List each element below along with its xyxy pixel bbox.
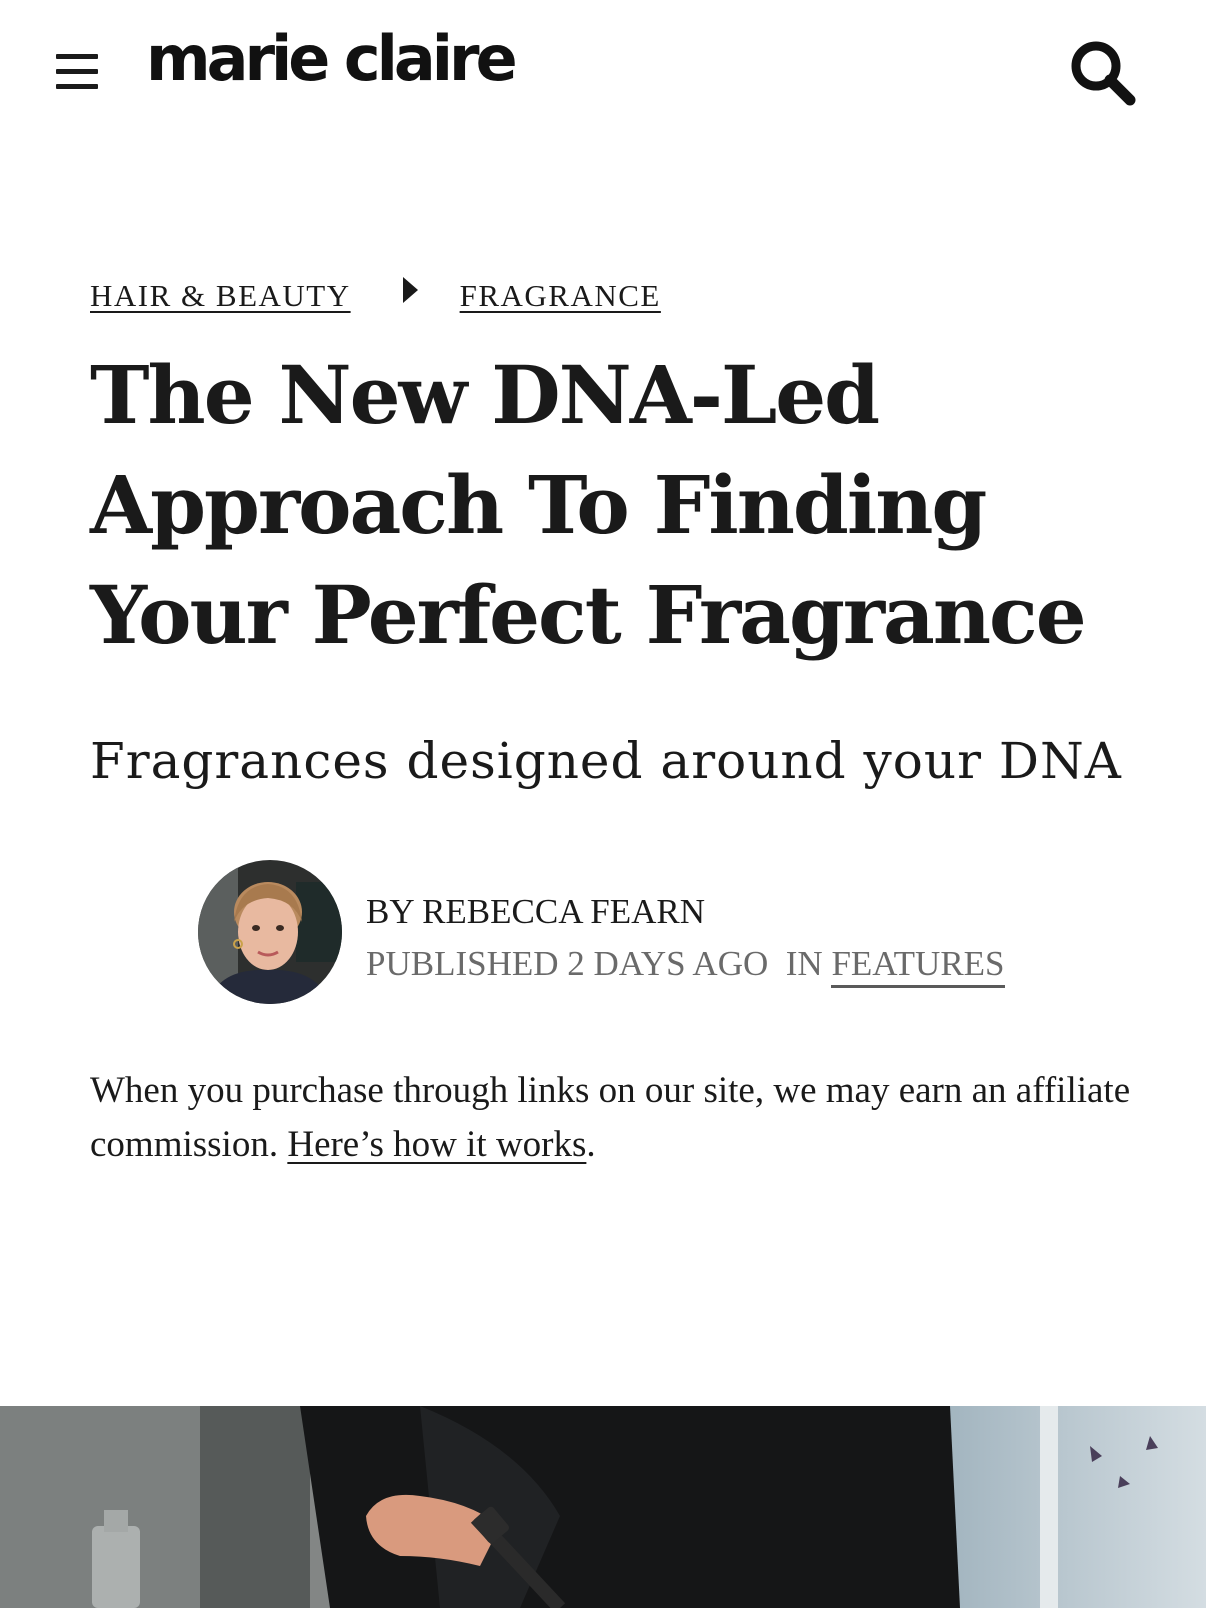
article-subtitle: Fragrances designed around your DNA [90,732,1122,790]
menu-bar [56,69,98,74]
category-link-features[interactable]: FEATURES [831,944,1005,988]
hero-image [0,1406,1206,1608]
article-title: The New DNA-Led Approach To Finding Your… [90,348,1087,662]
affiliate-disclaimer: When you purchase through links on our s… [90,1064,1180,1172]
site-header: marie claire [0,0,1206,150]
author-photo [198,860,342,1004]
in-label: IN [785,944,823,983]
breadcrumb-hair-beauty[interactable]: HAIR & BEAUTY [90,278,351,314]
site-logo[interactable]: marie claire [146,28,518,90]
how-it-works-link[interactable]: Here’s how it works [287,1124,586,1165]
author-name[interactable]: BY REBECCA FEARN [366,886,1005,938]
byline: BY REBECCA FEARN PUBLISHED 2 DAYS AGO IN… [366,886,1005,990]
menu-bar [56,54,98,59]
breadcrumb: HAIR & BEAUTY FRAGRANCE [90,276,661,316]
menu-bar [56,84,98,89]
hero-photo [0,1406,1206,1608]
disclaimer-text: When you purchase through links on our s… [90,1070,1131,1165]
disclaimer-period: . [586,1124,596,1165]
search-icon-graphic [1071,41,1136,106]
publish-info: PUBLISHED 2 DAYS AGO IN FEATURES [366,938,1005,990]
published-date: PUBLISHED 2 DAYS AGO [366,944,769,983]
search-icon[interactable] [1068,38,1140,110]
author-avatar[interactable] [198,860,342,1004]
breadcrumb-fragrance[interactable]: FRAGRANCE [460,278,661,314]
caret-right-icon [402,277,418,303]
hamburger-menu-icon[interactable] [52,50,102,94]
